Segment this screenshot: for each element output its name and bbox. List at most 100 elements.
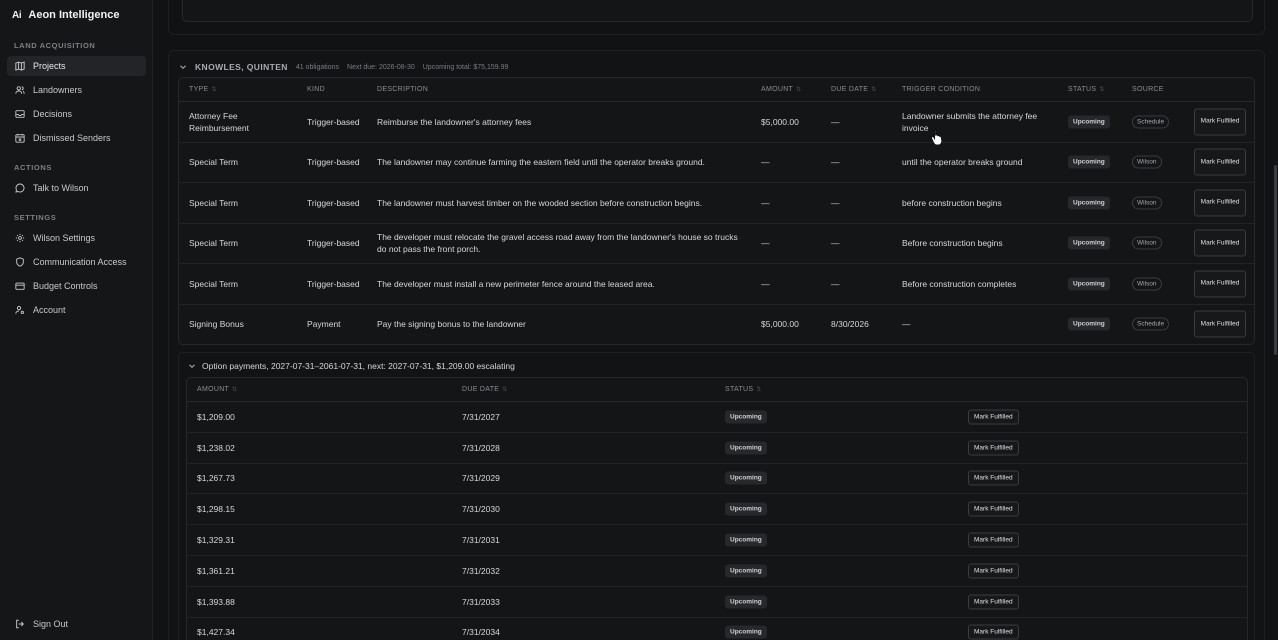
cell-amount: $1,238.02 <box>197 442 235 453</box>
sidebar-item-label: Talk to Wilson <box>33 183 89 193</box>
sort-icon: ⇅ <box>211 87 217 93</box>
column-header-due-date[interactable]: DUE DATE ⇅ <box>462 386 508 393</box>
sidebar-item-talk-to-wilson[interactable]: Talk to Wilson <box>7 178 146 198</box>
sign-out-label: Sign Out <box>33 619 69 629</box>
sign-out-button[interactable]: Sign Out <box>7 614 146 634</box>
sidebar-item-label: Decisions <box>33 109 73 119</box>
mark-fulfilled-button[interactable]: Mark Fulfilled <box>968 470 1019 486</box>
cell-kind: Trigger-based <box>307 238 360 249</box>
column-header-type[interactable]: TYPE ⇅ <box>189 86 217 93</box>
cell-trigger-condition: — <box>902 319 911 330</box>
section-label-settings: SETTINGS <box>14 213 57 222</box>
table-row: $1,329.31 7/31/2031 Upcoming Mark Fulfilled <box>187 525 1247 556</box>
cell-description: The developer must install a new perimet… <box>377 278 655 289</box>
column-header-status[interactable]: STATUS ⇅ <box>1068 86 1105 93</box>
column-header-source: SOURCE <box>1132 86 1164 93</box>
obligations-table: TYPE ⇅ KIND DESCRIPTION AMOUNT ⇅ DUE DATE ⇅… <box>178 77 1255 345</box>
source-badge: Wilson <box>1132 277 1162 291</box>
cell-type: Signing Bonus <box>189 319 244 330</box>
section-label-land-acquisition: LAND ACQUISITION <box>14 41 96 50</box>
sort-icon: ⇅ <box>502 387 508 393</box>
cell-amount: $1,329.31 <box>197 535 235 546</box>
cell-trigger-condition: until the operator breaks ground <box>902 157 1023 168</box>
cell-due-date: 7/31/2027 <box>462 411 500 422</box>
column-header-due-date[interactable]: DUE DATE ⇅ <box>831 86 877 93</box>
cell-type: Special Term <box>189 238 238 249</box>
cell-type: Special Term <box>189 157 238 168</box>
mark-fulfilled-button[interactable]: Mark Fulfilled <box>968 594 1019 610</box>
sidebar-item-account[interactable]: Account <box>7 300 146 320</box>
status-badge: Upcoming <box>725 564 767 578</box>
sidebar-item-landowners[interactable]: Landowners <box>7 80 146 100</box>
mark-fulfilled-button[interactable]: Mark Fulfilled <box>968 440 1019 456</box>
mark-fulfilled-button[interactable]: Mark Fulfilled <box>968 532 1019 548</box>
scrollbar[interactable] <box>1274 165 1277 355</box>
inbox-icon <box>15 110 25 118</box>
brand[interactable]: Ai Aeon Intelligence <box>12 8 119 22</box>
mark-fulfilled-button[interactable]: Mark Fulfilled <box>1194 108 1246 136</box>
sort-icon: ⇅ <box>1099 87 1105 93</box>
upcoming-total: Upcoming total: $75,159.99 <box>422 63 509 71</box>
sidebar-item-label: Dismissed Senders <box>33 133 111 143</box>
sidebar-item-communication-access[interactable]: Communication Access <box>7 252 146 272</box>
mark-fulfilled-button[interactable]: Mark Fulfilled <box>1194 310 1246 338</box>
cell-trigger-condition: Before construction begins <box>902 238 1003 249</box>
table-row: Special Term Trigger-based The developer m… <box>179 264 1254 305</box>
sidebar-item-dismissed-senders[interactable]: Dismissed Senders <box>7 128 146 148</box>
table-row: $1,427.34 7/31/2034 Upcoming Mark Fulfilled <box>187 618 1247 640</box>
shield-icon <box>16 257 24 267</box>
column-header-amount[interactable]: AMOUNT ⇅ <box>197 386 237 393</box>
cell-amount: $5,000.00 <box>761 319 799 330</box>
cell-kind: Payment <box>307 319 341 330</box>
gear-icon <box>15 233 25 243</box>
table-header: AMOUNT ⇅ DUE DATE ⇅ STATUS ⇅ <box>187 378 1247 402</box>
map-icon <box>15 61 25 71</box>
sidebar-item-decisions[interactable]: Decisions <box>7 104 146 124</box>
sidebar-item-label: Landowners <box>33 85 83 95</box>
cell-due-date: 7/31/2033 <box>462 596 500 607</box>
sidebar-item-label: Communication Access <box>33 257 127 267</box>
column-header-amount[interactable]: AMOUNT ⇅ <box>761 86 801 93</box>
mark-fulfilled-button[interactable]: Mark Fulfilled <box>1194 229 1246 257</box>
sidebar-item-label: Budget Controls <box>33 281 98 291</box>
chevron-down-icon[interactable] <box>179 63 187 71</box>
table-row: $1,393.88 7/31/2033 Upcoming Mark Fulfilled <box>187 587 1247 618</box>
cell-due-date: 7/31/2028 <box>462 442 500 453</box>
option-payments-header[interactable]: Option payments, 2027-07-31–2061-07-31, … <box>188 361 515 371</box>
sidebar-item-budget-controls[interactable]: Budget Controls <box>7 276 146 296</box>
mark-fulfilled-button[interactable]: Mark Fulfilled <box>1194 148 1246 176</box>
sort-icon: ⇅ <box>796 87 802 93</box>
mark-fulfilled-button[interactable]: Mark Fulfilled <box>968 624 1019 640</box>
status-badge: Upcoming <box>725 502 767 516</box>
cell-description: The landowner may continue farming the e… <box>377 157 705 168</box>
group-header[interactable]: KNOWLES, QUINTEN 41 obligations Next due… <box>179 62 508 72</box>
sidebar-item-projects[interactable]: Projects <box>7 56 146 76</box>
source-badge: Schedule <box>1132 317 1170 331</box>
mark-fulfilled-button[interactable]: Mark Fulfilled <box>968 501 1019 517</box>
column-header-status[interactable]: STATUS ⇅ <box>725 386 762 393</box>
sort-icon: ⇅ <box>756 387 762 393</box>
cell-due-date: — <box>831 116 840 127</box>
table-row: $1,209.00 7/31/2027 Upcoming Mark Fulfilled <box>187 402 1247 433</box>
mark-fulfilled-button[interactable]: Mark Fulfilled <box>968 563 1019 579</box>
mark-fulfilled-button[interactable]: Mark Fulfilled <box>1194 189 1246 217</box>
status-badge: Upcoming <box>1068 236 1110 250</box>
chevron-down-icon[interactable] <box>188 362 196 370</box>
sidebar-item-wilson-settings[interactable]: Wilson Settings <box>7 228 146 248</box>
cell-type: Attorney Fee Reimbursement <box>189 110 249 133</box>
cell-amount: — <box>761 197 770 208</box>
next-due: Next due: 2026-08-30 <box>347 63 415 71</box>
mark-fulfilled-button[interactable]: Mark Fulfilled <box>968 409 1019 425</box>
status-badge: Upcoming <box>725 441 767 455</box>
cell-due-date: 7/31/2034 <box>462 627 500 638</box>
status-badge: Upcoming <box>725 471 767 485</box>
landowner-group: KNOWLES, QUINTEN 41 obligations Next due… <box>168 50 1265 640</box>
cell-description: Pay the signing bonus to the landowner <box>377 319 526 330</box>
group-title: KNOWLES, QUINTEN <box>195 62 288 72</box>
cell-description: The landowner must harvest timber on the… <box>377 197 703 208</box>
cell-kind: Trigger-based <box>307 157 360 168</box>
sidebar-item-label: Account <box>33 305 66 315</box>
hand-pointer-icon <box>931 128 943 145</box>
sidebar-item-label: Projects <box>33 61 66 71</box>
mark-fulfilled-button[interactable]: Mark Fulfilled <box>1194 270 1246 298</box>
